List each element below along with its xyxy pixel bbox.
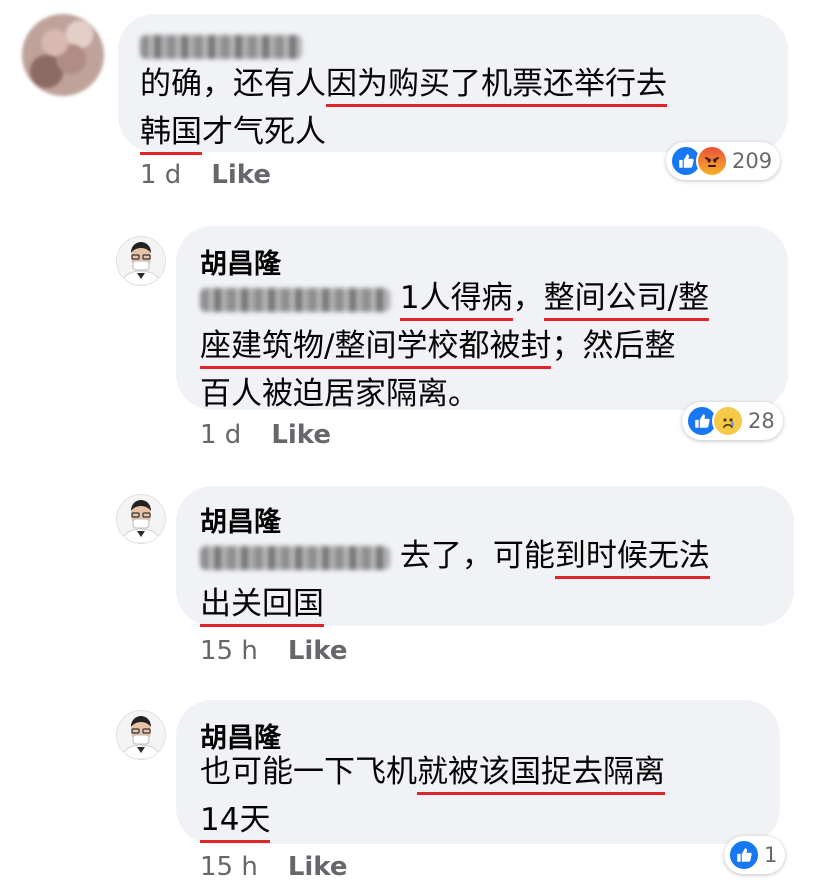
comment-meta: 15 h Like bbox=[200, 852, 348, 882]
reaction-summary[interactable]: 1 bbox=[724, 836, 786, 874]
reaction-summary[interactable]: 209 bbox=[666, 142, 781, 180]
sad-icon bbox=[712, 405, 744, 437]
comment-text: 也可能一下飞机就被该国捉去隔离 14天 bbox=[200, 748, 665, 844]
avatar[interactable] bbox=[116, 236, 166, 286]
author-name-blurred[interactable] bbox=[140, 30, 302, 61]
reaction-count: 1 bbox=[764, 843, 778, 867]
like-button[interactable]: Like bbox=[271, 420, 331, 450]
comment-meta: 1 d Like bbox=[140, 160, 271, 190]
avatar[interactable] bbox=[116, 494, 166, 544]
mentioned-user-blurred[interactable] bbox=[200, 545, 390, 570]
avatar[interactable] bbox=[22, 14, 104, 96]
comment-meta: 1 d Like bbox=[200, 420, 331, 450]
reaction-count: 28 bbox=[748, 409, 775, 433]
angry-icon bbox=[696, 145, 728, 177]
avatar[interactable] bbox=[116, 710, 166, 760]
reaction-summary[interactable]: 28 bbox=[682, 402, 783, 440]
timestamp[interactable]: 15 h bbox=[200, 636, 258, 666]
like-button[interactable]: Like bbox=[288, 636, 348, 666]
person-icon bbox=[117, 237, 165, 285]
comment-meta: 15 h Like bbox=[200, 636, 348, 666]
timestamp[interactable]: 1 d bbox=[140, 160, 181, 190]
like-button[interactable]: Like bbox=[211, 160, 271, 190]
reaction-count: 209 bbox=[732, 149, 773, 173]
timestamp[interactable]: 15 h bbox=[200, 852, 258, 882]
like-icon bbox=[728, 839, 760, 871]
comment-text: 的确，还有人因为购买了机票还举行去 韩国才气死人 bbox=[140, 60, 667, 156]
comment-text: 去了，可能到时候无法 出关回国 bbox=[200, 532, 710, 628]
timestamp[interactable]: 1 d bbox=[200, 420, 241, 450]
comment-text: 1人得病，整间公司/整 座建筑物/整间学校都被封；然后整 百人被迫居家隔离。 bbox=[200, 280, 710, 412]
person-icon bbox=[117, 711, 165, 759]
mentioned-user-blurred[interactable] bbox=[200, 287, 390, 312]
like-button[interactable]: Like bbox=[288, 852, 348, 882]
person-icon bbox=[117, 495, 165, 543]
